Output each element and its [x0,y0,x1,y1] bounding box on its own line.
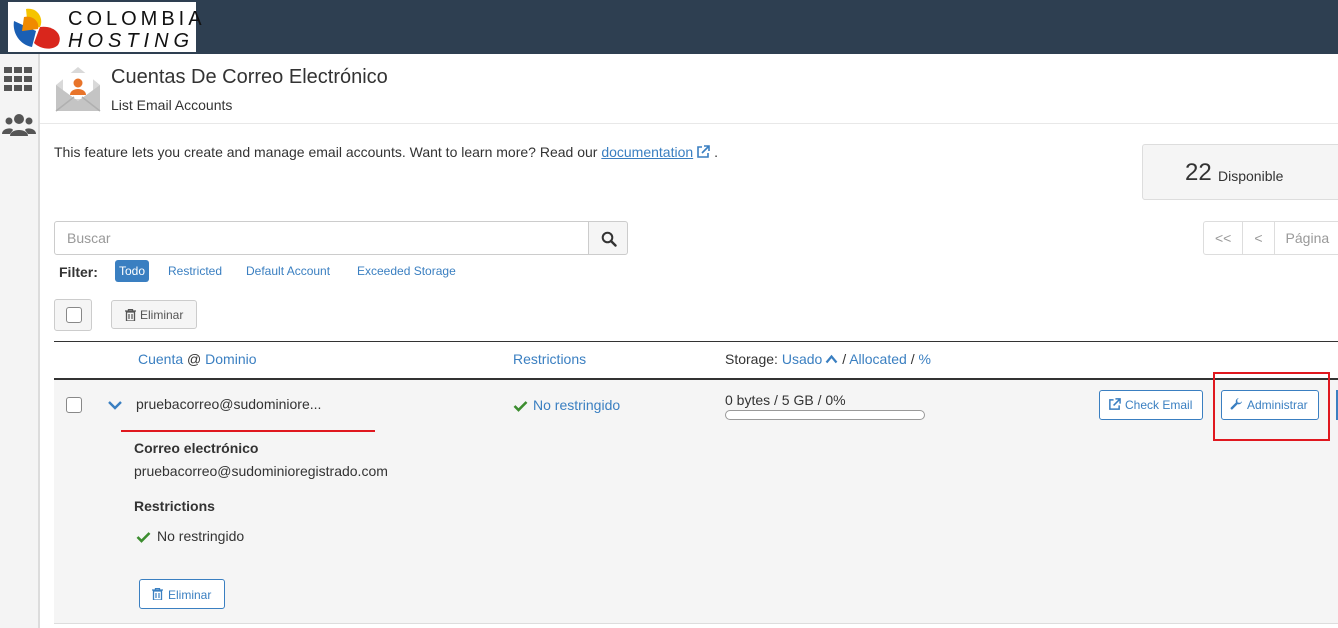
filter-default-account[interactable]: Default Account [246,264,330,278]
page-prev-button[interactable]: < [1242,221,1275,255]
column-restrictions: Restrictions [513,351,586,367]
chevron-down-icon[interactable] [107,399,123,411]
storage-separator-2: / [910,351,915,367]
highlight-underline [121,430,375,432]
top-bar: COLOMBIA HOSTING [0,0,1338,54]
filter-todo[interactable]: Todo [115,260,150,282]
available-label: Disponible [1218,168,1284,184]
pagination: << < Página [1203,221,1338,255]
intro-text: This feature lets you create and manage … [54,144,718,160]
bulk-delete-button[interactable]: Eliminar [111,300,197,329]
sort-allocated[interactable]: Allocated [849,351,907,367]
available-accounts-box: 22 Disponible [1142,144,1338,200]
storage-usage-text: 0 bytes / 5 GB / 0% [725,392,846,408]
page-label: Página [1273,221,1338,255]
detail-email-value: pruebacorreo@sudominioregistrado.com [134,463,388,479]
search-button[interactable] [588,221,628,255]
filter-exceeded-storage[interactable]: Exceeded Storage [357,264,456,278]
highlight-box [1213,372,1330,441]
row-checkbox[interactable] [66,397,82,413]
detail-restrictions-label: Restrictions [134,498,215,514]
external-link-icon [697,145,710,158]
sort-percent[interactable]: % [918,351,930,367]
account-name: pruebacorreo@sudominiore... [136,396,322,412]
users-icon[interactable] [2,110,36,140]
storage-separator-1: / [842,351,847,367]
storage-usage-bar [725,410,925,420]
filter-label: Filter: [59,264,98,280]
search-icon [601,231,617,247]
detail-restrictions-value: No restringido [136,528,244,544]
storage-header-label: Storage: [725,351,778,367]
external-link-icon [1109,398,1121,410]
trash-icon [152,588,163,600]
brand-line-1: COLOMBIA [68,8,206,30]
column-storage: Storage: Usado / Allocated / % [725,351,931,367]
table-top-border [54,341,1338,342]
intro-sentence: This feature lets you create and manage … [54,144,598,160]
trash-icon [125,309,136,321]
sort-domain[interactable]: Dominio [205,351,256,367]
sort-restrictions[interactable]: Restrictions [513,351,586,367]
page-first-button[interactable]: << [1203,221,1244,255]
detail-email-label: Correo electrónico [134,440,259,456]
brand-logo[interactable]: COLOMBIA HOSTING [8,2,202,52]
delete-account-label: Eliminar [168,588,212,602]
check-icon [513,401,528,412]
restriction-status: No restringido [513,397,620,413]
email-accounts-icon [55,67,101,112]
sort-account[interactable]: Cuenta [138,351,183,367]
check-email-label: Check Email [1125,398,1193,412]
page-subtitle: List Email Accounts [111,97,233,113]
page-title: Cuentas De Correo Electrónico [111,66,388,88]
restriction-status-label[interactable]: No restringido [533,397,620,413]
sort-ascending-icon [825,354,838,364]
detail-restrictions-text: No restringido [157,528,245,544]
apps-grid-icon[interactable] [2,64,36,94]
select-all-checkbox[interactable] [54,299,92,331]
check-icon [136,532,151,543]
header-divider [40,123,1338,124]
bulk-delete-label: Eliminar [140,308,184,322]
brand-line-2: HOSTING [68,30,195,52]
documentation-link[interactable]: documentation [601,144,693,160]
brand-logo-mark [13,8,60,49]
select-all-box [66,307,82,323]
delete-account-button[interactable]: Eliminar [139,579,225,609]
column-account: Cuenta @ Dominio [138,351,257,367]
check-email-button[interactable]: Check Email [1099,390,1204,420]
filter-restricted[interactable]: Restricted [168,264,222,278]
column-at: @ [187,351,202,367]
intro-period: . [714,144,718,160]
search-input[interactable] [54,221,590,255]
sort-used[interactable]: Usado [782,351,822,367]
available-count: 22 [1185,159,1212,186]
side-rail [0,54,40,628]
